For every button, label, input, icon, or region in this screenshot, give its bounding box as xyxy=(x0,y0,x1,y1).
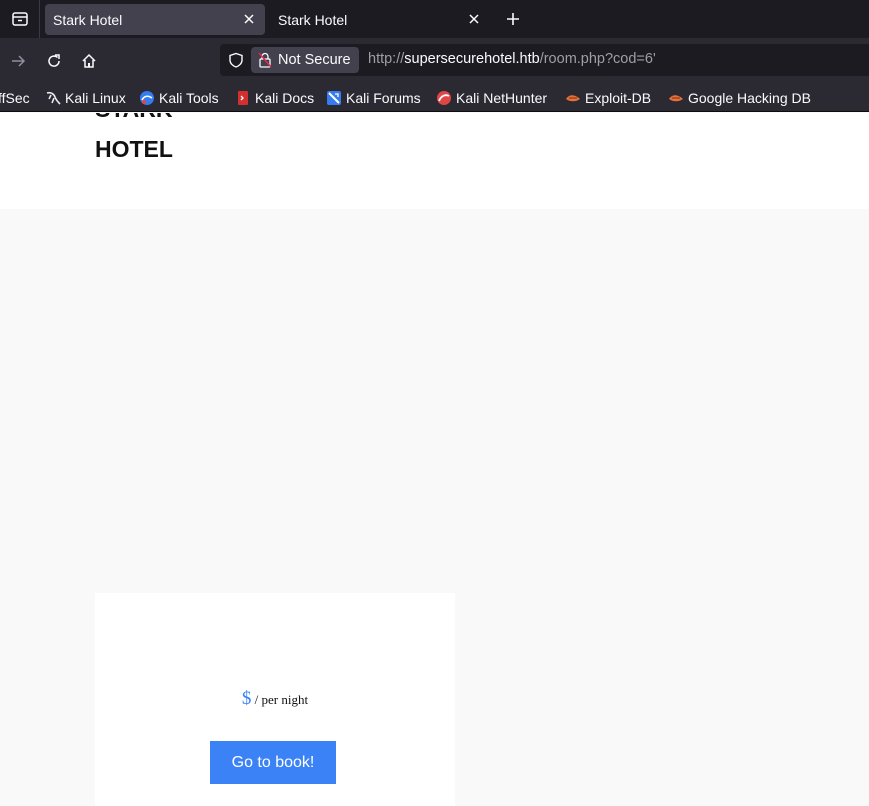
bookmark-label: Kali Tools xyxy=(159,90,219,106)
currency-symbol: $ xyxy=(241,688,252,709)
url-path: /room.php?cod=6' xyxy=(539,51,656,67)
plus-icon xyxy=(507,13,519,25)
forward-button[interactable] xyxy=(3,46,33,76)
reload-icon xyxy=(48,54,60,67)
room-card: $ / per night Go to book! xyxy=(95,593,455,806)
bookmark-exploit-db[interactable]: Exploit-DB xyxy=(565,88,651,108)
close-icon xyxy=(469,14,479,24)
bookmark-kali-docs[interactable]: Kali Docs xyxy=(235,88,314,108)
bookmarks-toolbar: ffSec Kali Linux Kali Tools Kali Docs Ka… xyxy=(0,83,869,112)
tab-list-icon xyxy=(11,12,28,26)
bookmark-label: Exploit-DB xyxy=(585,90,652,106)
book-button[interactable]: Go to book! xyxy=(210,741,336,784)
home-icon xyxy=(82,53,96,68)
tab-list-button[interactable] xyxy=(0,0,40,38)
bookmark-label: Kali NetHunter xyxy=(456,90,548,106)
reload-button[interactable] xyxy=(39,46,69,76)
kali-docs-icon xyxy=(235,90,251,106)
kali-tools-icon xyxy=(139,90,155,106)
url-scheme: http:// xyxy=(368,51,405,67)
tab-bar: Stark Hotel Stark Hotel xyxy=(0,0,869,38)
bookmark-label: Kali Linux xyxy=(65,90,126,106)
bookmark-kali-tools[interactable]: Kali Tools xyxy=(139,88,219,108)
arrow-right-icon xyxy=(12,55,26,67)
logo-line-hotel: HOTEL xyxy=(95,136,173,162)
page-viewport: STARK HOTEL $ / per night Go to book! xyxy=(0,113,869,806)
bookmark-kali-nethunter[interactable]: Kali NetHunter xyxy=(436,88,547,108)
tab-stark-hotel[interactable]: Stark Hotel xyxy=(270,4,490,35)
close-icon xyxy=(244,14,254,24)
kali-nethunter-icon xyxy=(436,90,452,106)
logo-line-stark: STARK xyxy=(95,113,173,129)
per-night-label: / per night xyxy=(251,692,309,707)
url-host: supersecurehotel.htb xyxy=(404,51,540,67)
url-bar[interactable]: Not Secure http://supersecurehotel.htb/r… xyxy=(220,44,869,76)
bookmark-label: ffSec xyxy=(0,90,30,106)
bookmark-label: Kali Forums xyxy=(346,90,421,106)
close-tab-button[interactable] xyxy=(466,11,482,27)
not-secure-label: Not Secure xyxy=(278,52,351,68)
site-security-indicator[interactable]: Not Secure xyxy=(251,47,359,73)
shield-icon xyxy=(229,52,243,68)
insecure-lock-icon xyxy=(257,52,273,68)
site-header: STARK HOTEL xyxy=(0,113,869,209)
bookmark-kali-linux[interactable]: Kali Linux xyxy=(45,88,126,108)
bookmark-label: Kali Docs xyxy=(255,90,315,106)
bookmark-kali-forums[interactable]: Kali Forums xyxy=(326,88,421,108)
bookmark-label: Google Hacking DB xyxy=(688,90,811,106)
kali-forums-icon xyxy=(326,90,342,106)
tab-title: Stark Hotel xyxy=(278,11,348,28)
bookmark-offsec[interactable]: ffSec xyxy=(0,88,30,108)
navigation-toolbar: Not Secure http://supersecurehotel.htb/r… xyxy=(0,38,869,83)
url-text[interactable]: http://supersecurehotel.htb/room.php?cod… xyxy=(368,51,656,67)
bookmark-google-hacking-db[interactable]: Google Hacking DB xyxy=(668,88,811,108)
home-button[interactable] xyxy=(74,46,104,76)
tab-title: Stark Hotel xyxy=(53,11,123,28)
close-tab-button[interactable] xyxy=(241,11,257,27)
new-tab-button[interactable] xyxy=(500,6,526,32)
tab-stark-hotel-active[interactable]: Stark Hotel xyxy=(45,4,265,35)
ghdb-icon xyxy=(668,90,684,106)
tracking-protection-button[interactable] xyxy=(226,50,246,70)
site-logo[interactable]: STARK HOTEL xyxy=(95,113,173,169)
room-price: $ / per night xyxy=(95,688,455,710)
exploit-db-icon xyxy=(565,90,581,106)
kali-dragon-icon xyxy=(45,90,61,106)
